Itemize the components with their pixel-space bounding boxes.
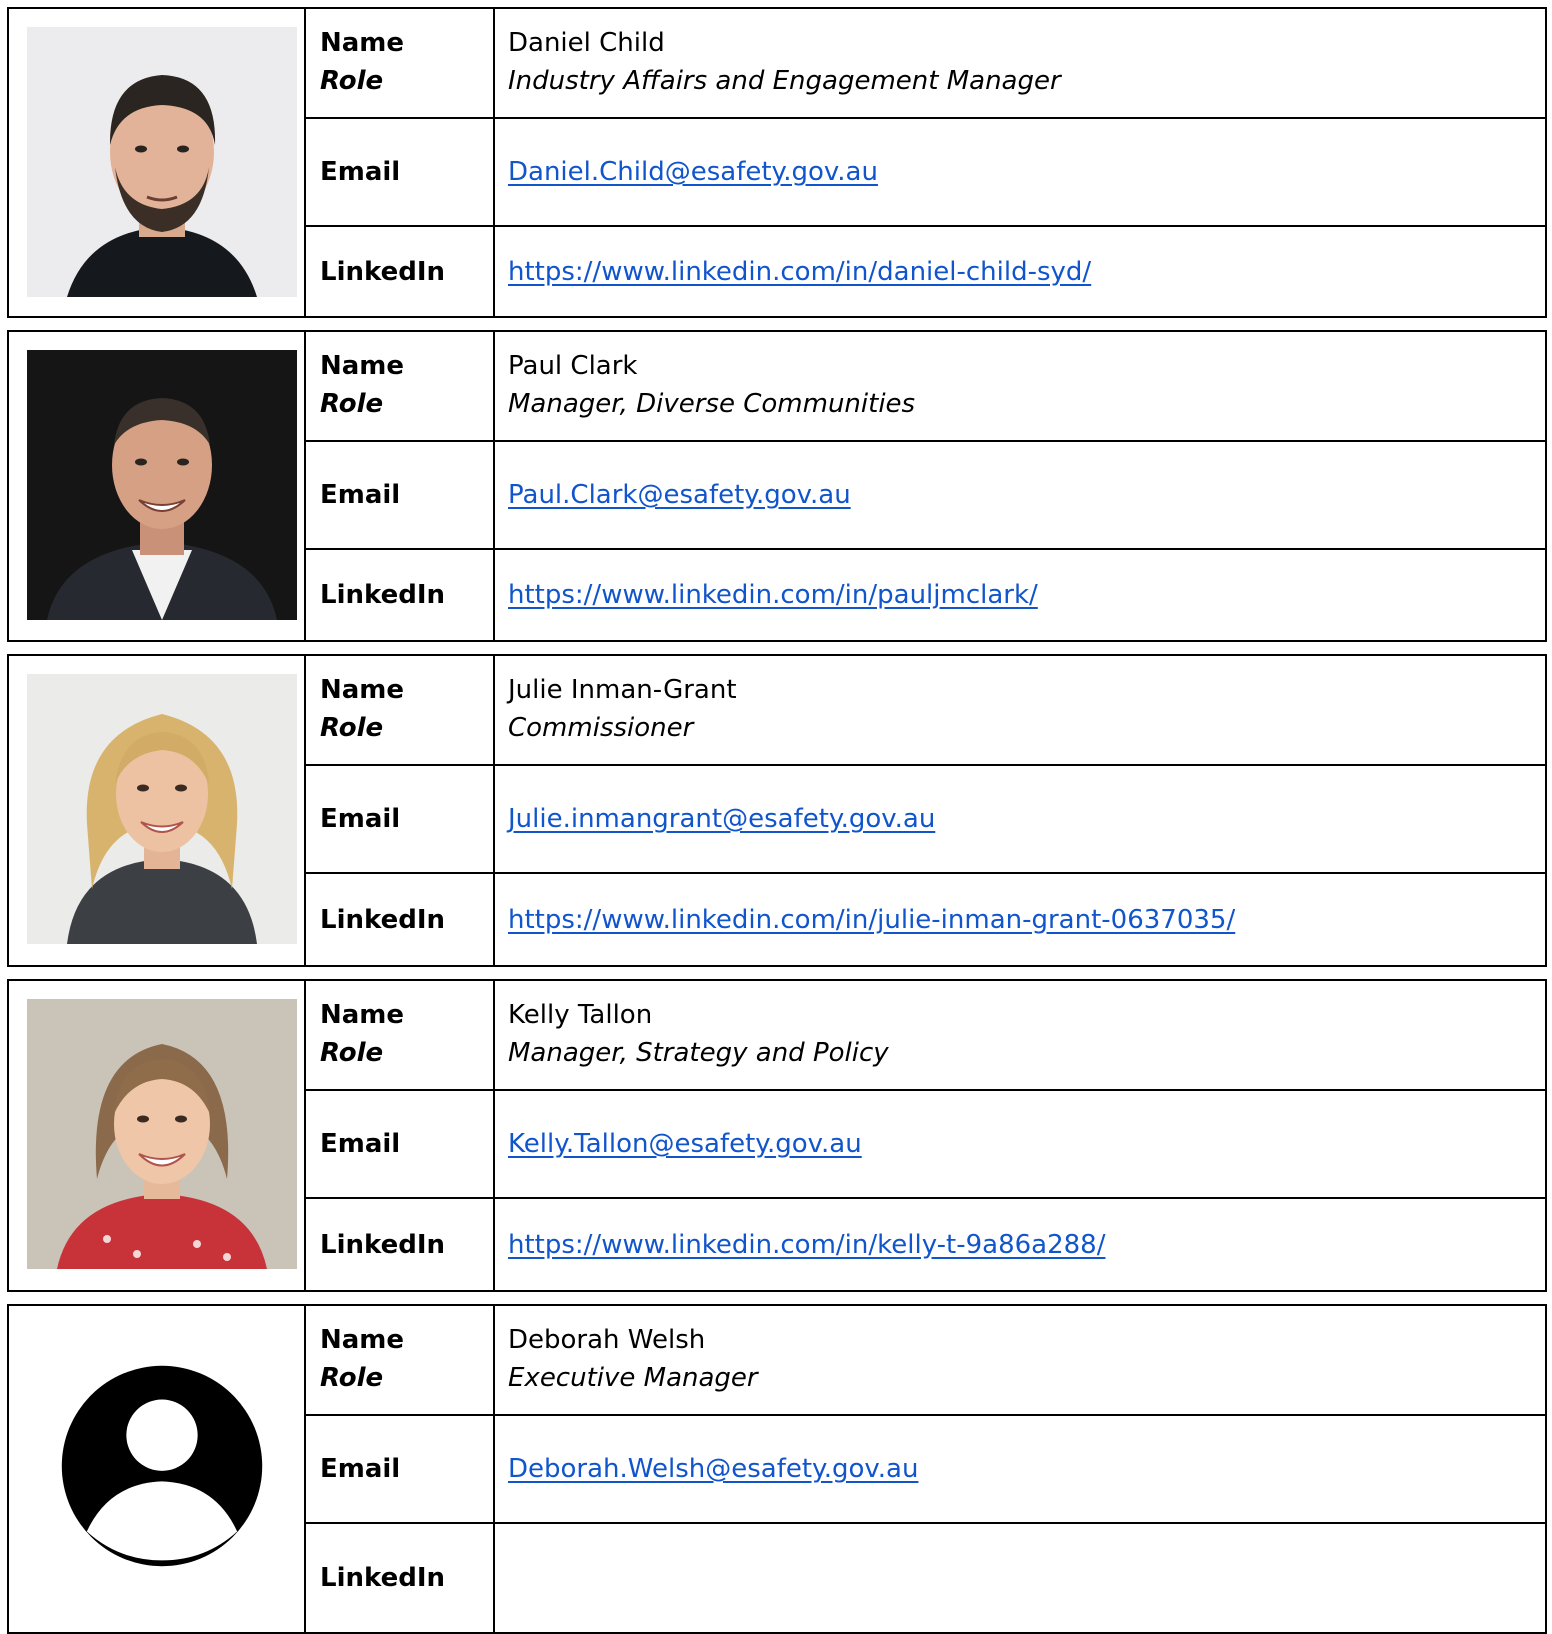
contact-role: Manager, Diverse Communities: [508, 389, 916, 419]
value-cell: Daniel Child Industry Affairs and Engage…: [495, 9, 1545, 117]
role-label: Role: [320, 389, 384, 419]
photo-cell: [9, 1306, 306, 1632]
role-label: Role: [320, 1038, 384, 1068]
photo-cell: [9, 9, 306, 316]
role-label: Role: [320, 713, 384, 743]
label-cell: Name Role: [306, 1306, 495, 1414]
email-cell: Daniel.Child@esafety.gov.au: [495, 117, 1545, 225]
role-label: Role: [320, 1363, 384, 1393]
profile-photo: [27, 27, 297, 297]
linkedin-label: LinkedIn: [306, 872, 495, 965]
email-cell: Paul.Clark@esafety.gov.au: [495, 440, 1545, 548]
linkedin-cell: https://www.linkedin.com/in/pauljmclark/: [495, 548, 1545, 640]
label-cell: Name Role: [306, 981, 495, 1089]
contact-name: Julie Inman-Grant: [508, 675, 737, 705]
profile-photo: [27, 674, 297, 944]
value-cell: Paul Clark Manager, Diverse Communities: [495, 332, 1545, 440]
profile-photo: [27, 999, 297, 1269]
name-label: Name: [320, 675, 405, 705]
email-cell: Kelly.Tallon@esafety.gov.au: [495, 1089, 1545, 1197]
name-label: Name: [320, 1000, 405, 1030]
linkedin-link[interactable]: https://www.linkedin.com/in/julie-inman-…: [508, 901, 1235, 939]
email-link[interactable]: Julie.inmangrant@esafety.gov.au: [508, 800, 935, 838]
label-cell: Name Role: [306, 656, 495, 764]
email-label: Email: [306, 764, 495, 872]
email-cell: Julie.inmangrant@esafety.gov.au: [495, 764, 1545, 872]
role-label: Role: [320, 66, 384, 96]
name-label: Name: [320, 1325, 405, 1355]
linkedin-cell: https://www.linkedin.com/in/julie-inman-…: [495, 872, 1545, 965]
user-placeholder-icon: [61, 1365, 263, 1567]
contact-card: Name Role Kelly Tallon Manager, Strategy…: [7, 979, 1547, 1292]
photo-cell: [9, 981, 306, 1290]
name-label: Name: [320, 28, 405, 58]
contact-card: Name Role Daniel Child Industry Affairs …: [7, 7, 1547, 318]
value-cell: Kelly Tallon Manager, Strategy and Polic…: [495, 981, 1545, 1089]
contact-role: Commissioner: [508, 713, 694, 743]
name-label: Name: [320, 351, 405, 381]
linkedin-link[interactable]: https://www.linkedin.com/in/daniel-child…: [508, 253, 1091, 291]
contact-card: Name Role Paul Clark Manager, Diverse Co…: [7, 330, 1547, 642]
contact-role: Manager, Strategy and Policy: [508, 1038, 889, 1068]
contact-name: Kelly Tallon: [508, 1000, 653, 1030]
email-link[interactable]: Daniel.Child@esafety.gov.au: [508, 153, 878, 191]
email-label: Email: [306, 1089, 495, 1197]
label-cell: Name Role: [306, 9, 495, 117]
email-label: Email: [306, 440, 495, 548]
linkedin-label: LinkedIn: [306, 548, 495, 640]
email-cell: Deborah.Welsh@esafety.gov.au: [495, 1414, 1545, 1522]
linkedin-label: LinkedIn: [306, 1522, 495, 1632]
linkedin-link[interactable]: https://www.linkedin.com/in/pauljmclark/: [508, 576, 1038, 614]
profile-photo: [27, 350, 297, 620]
linkedin-cell: https://www.linkedin.com/in/daniel-child…: [495, 225, 1545, 316]
contact-name: Daniel Child: [508, 28, 665, 58]
email-link[interactable]: Paul.Clark@esafety.gov.au: [508, 476, 851, 514]
linkedin-label: LinkedIn: [306, 225, 495, 316]
contact-card: Name Role Deborah Welsh Executive Manage…: [7, 1304, 1547, 1634]
value-cell: Julie Inman-Grant Commissioner: [495, 656, 1545, 764]
linkedin-label: LinkedIn: [306, 1197, 495, 1290]
label-cell: Name Role: [306, 332, 495, 440]
email-label: Email: [306, 117, 495, 225]
contact-role: Industry Affairs and Engagement Manager: [508, 66, 1061, 96]
value-cell: Deborah Welsh Executive Manager: [495, 1306, 1545, 1414]
linkedin-link[interactable]: https://www.linkedin.com/in/kelly-t-9a86…: [508, 1226, 1105, 1264]
contact-name: Paul Clark: [508, 351, 638, 381]
email-label: Email: [306, 1414, 495, 1522]
linkedin-cell: https://www.linkedin.com/in/kelly-t-9a86…: [495, 1197, 1545, 1290]
email-link[interactable]: Deborah.Welsh@esafety.gov.au: [508, 1450, 918, 1488]
contact-name: Deborah Welsh: [508, 1325, 706, 1355]
email-link[interactable]: Kelly.Tallon@esafety.gov.au: [508, 1125, 862, 1163]
linkedin-cell: [495, 1522, 1545, 1632]
photo-cell: [9, 332, 306, 640]
contact-role: Executive Manager: [508, 1363, 758, 1393]
photo-cell: [9, 656, 306, 965]
contact-card: Name Role Julie Inman-Grant Commissioner…: [7, 654, 1547, 967]
